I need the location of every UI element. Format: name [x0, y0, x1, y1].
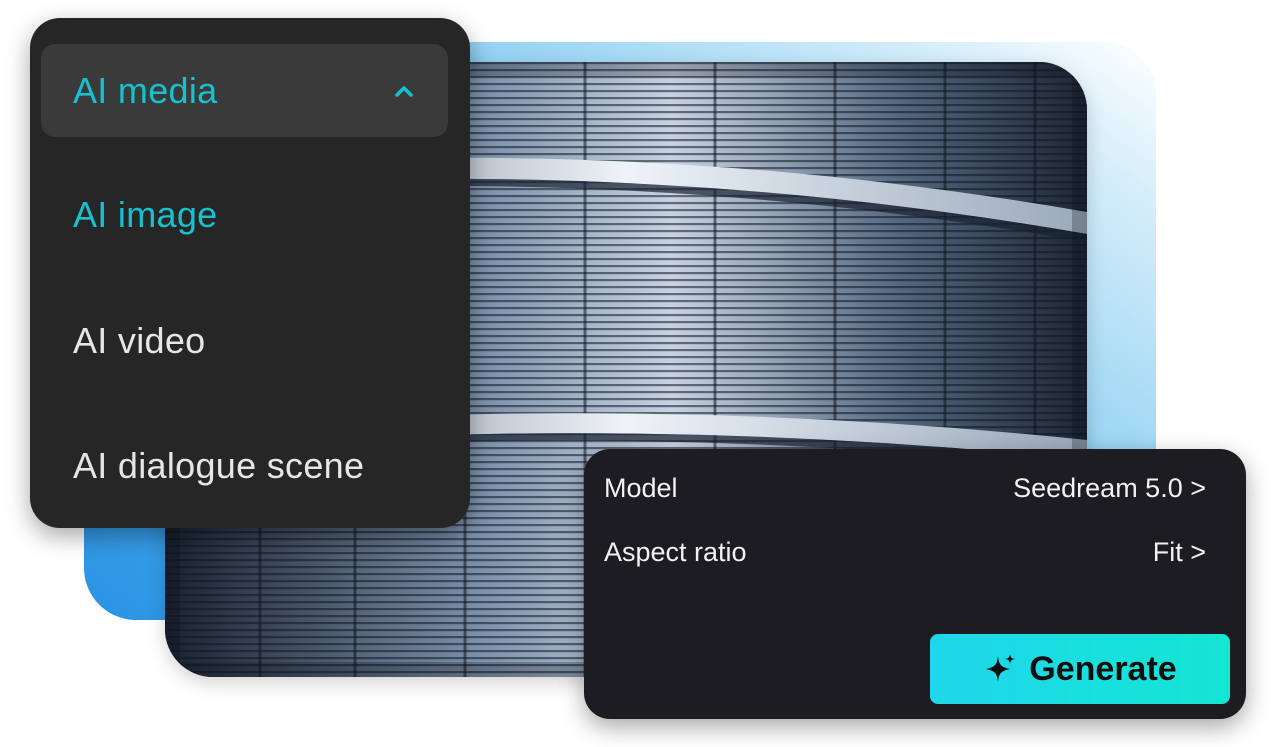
dropdown-title: AI media	[73, 69, 218, 111]
generate-button[interactable]: Generate	[930, 634, 1230, 704]
aspect-ratio-value: Fit >	[1152, 536, 1206, 567]
generate-button-label: Generate	[1029, 649, 1177, 688]
aspect-ratio-setting-row[interactable]: Aspect ratio Fit >	[604, 532, 1206, 572]
model-setting-row[interactable]: Model Seedream 5.0 >	[604, 468, 1206, 508]
generation-settings-panel: Model Seedream 5.0 > Aspect ratio Fit > …	[584, 449, 1246, 719]
model-label: Model	[604, 472, 678, 503]
aspect-ratio-label: Aspect ratio	[604, 536, 747, 567]
menu-item-ai-image[interactable]: AI image	[73, 194, 217, 236]
ai-media-dropdown-toggle[interactable]: AI media	[41, 44, 448, 137]
ai-media-dropdown: AI media AI image AI video AI dialogue s…	[30, 18, 470, 528]
chevron-up-icon	[395, 85, 413, 97]
menu-item-ai-dialogue-scene[interactable]: AI dialogue scene	[73, 445, 364, 487]
menu-item-ai-video[interactable]: AI video	[73, 320, 205, 362]
sparkle-icon	[986, 654, 1016, 682]
model-value: Seedream 5.0 >	[1013, 472, 1206, 503]
